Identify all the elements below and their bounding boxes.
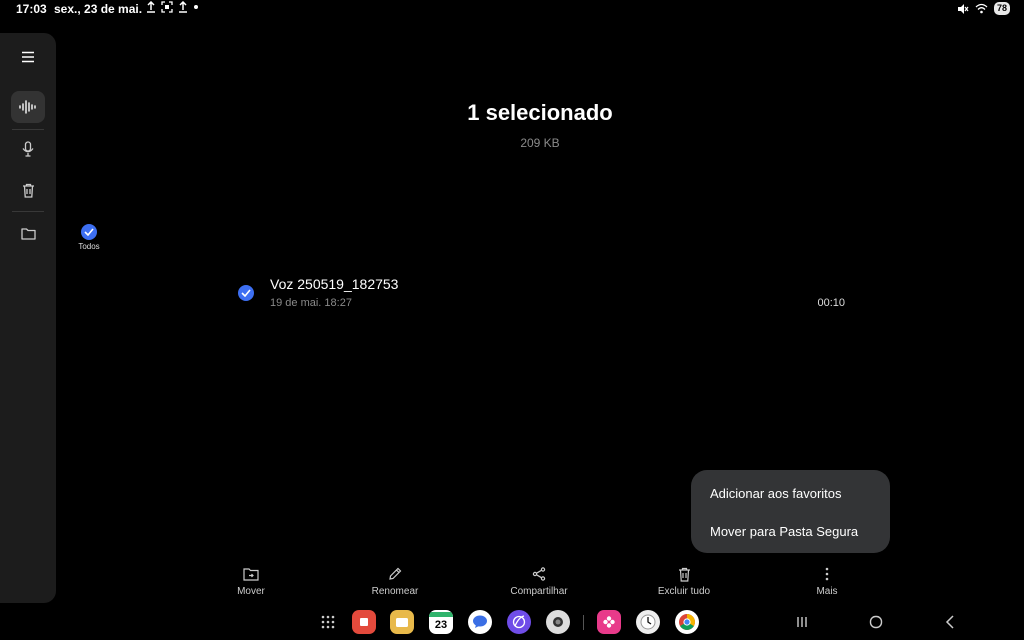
calendar-icon[interactable]: 23: [429, 610, 453, 634]
back-icon[interactable]: [938, 610, 962, 634]
filter-all-checkbox[interactable]: Todos: [74, 224, 104, 251]
hamburger-icon: [22, 51, 34, 63]
recents-icon[interactable]: [790, 610, 814, 634]
check-icon: [81, 224, 97, 240]
menu-button[interactable]: [11, 41, 45, 73]
menu-item-add-favorites[interactable]: Adicionar aos favoritos: [710, 486, 842, 501]
menu-item-move-secure-folder[interactable]: Mover para Pasta Segura: [710, 524, 858, 539]
chrome-icon[interactable]: [675, 610, 699, 634]
rail-divider: [12, 211, 44, 212]
battery-icon: 78: [993, 2, 1010, 15]
trash-icon: [22, 183, 34, 198]
selection-title: 1 selecionado: [467, 100, 613, 125]
pencil-icon: [389, 567, 402, 580]
taskbar-divider: [583, 615, 584, 630]
upload-icon: [179, 1, 187, 13]
selection-size: 209 KB: [520, 136, 560, 150]
camera-icon[interactable]: [546, 610, 570, 634]
trash-icon: [678, 567, 690, 582]
delete-all-button[interactable]: Excluir tudo: [639, 565, 729, 597]
recording-date: 19 de mai. 18:27: [270, 297, 352, 309]
calendar-day: 23: [434, 618, 448, 631]
upload-icon: [147, 1, 155, 13]
status-time: 17:03: [16, 2, 47, 16]
status-date: sex., 23 de mai.: [54, 2, 143, 16]
rename-button[interactable]: Renomear: [350, 565, 440, 597]
browser-icon[interactable]: [507, 610, 531, 634]
status-icons-right: 78: [957, 2, 1010, 15]
status-bar: 17:03 sex., 23 de mai. 78: [0, 0, 1024, 20]
share-icon: [532, 567, 546, 581]
list-item[interactable]: Voz 250519_182753 19 de mai. 18:27 00:10: [236, 272, 856, 316]
more-vertical-icon: [825, 567, 829, 581]
clock-icon[interactable]: [636, 610, 660, 634]
filter-all-label: Todos: [78, 242, 100, 251]
home-icon[interactable]: [864, 610, 888, 634]
messages-icon[interactable]: [468, 610, 492, 634]
dot-icon: [194, 5, 198, 9]
folder-move-icon: [243, 568, 259, 581]
move-button[interactable]: Mover: [206, 565, 296, 597]
rail-divider: [12, 129, 44, 130]
share-button[interactable]: Compartilhar: [494, 565, 584, 597]
folder-icon: [20, 227, 36, 240]
recording-name: Voz 250519_182753: [270, 276, 399, 292]
rail-item-folders[interactable]: [11, 217, 45, 249]
wifi-icon: [975, 3, 988, 14]
apps-grid-icon[interactable]: [316, 610, 340, 634]
rail-item-trash[interactable]: [11, 174, 45, 206]
screenshot-icon: [161, 1, 173, 13]
gallery-icon[interactable]: [597, 610, 621, 634]
status-icons-left: [146, 1, 199, 13]
more-button[interactable]: Mais: [782, 565, 872, 597]
check-icon[interactable]: [238, 285, 254, 301]
more-options-menu: Adicionar aos favoritos Mover para Pasta…: [691, 470, 890, 553]
notes-icon[interactable]: [352, 610, 376, 634]
taskbar: 23: [0, 605, 1024, 640]
folder-app-icon[interactable]: [390, 610, 414, 634]
recording-duration: 00:10: [817, 297, 845, 309]
mute-icon: [957, 3, 969, 14]
